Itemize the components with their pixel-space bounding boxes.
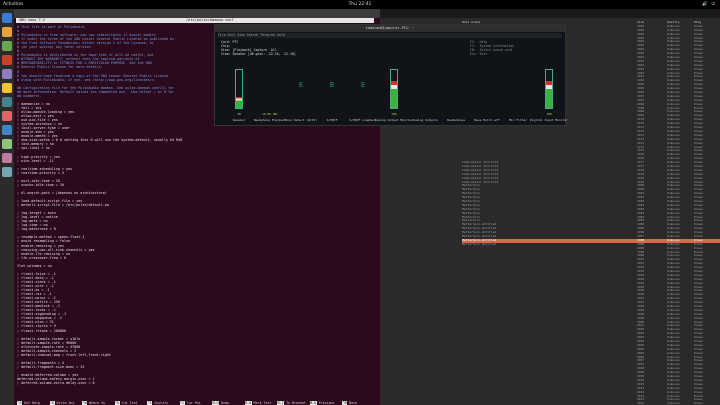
mixer-volume-fill — [236, 97, 242, 108]
nano-shortcut: ^G Get Help — [17, 401, 40, 405]
mixer-channel-name: Digital Input Monitor — [530, 118, 568, 122]
mixer-hint-line: Esc: Exit — [470, 52, 488, 56]
dock-app-icon[interactable] — [2, 69, 12, 79]
mixer-switch-indicator: E — [360, 81, 366, 89]
nano-shortcut: ^B Back — [342, 401, 357, 405]
shortcut-label: To Bracket — [284, 401, 306, 405]
shortcut-label: Undo — [219, 401, 230, 405]
mixer-switch-indicator: B — [329, 81, 335, 89]
alsamixer-titlebar[interactable]: radurao@Inquiror-PC1: ~ — [215, 25, 565, 32]
mixer-volume-bar[interactable] — [235, 69, 243, 109]
system-tray[interactable]: 🔊 ⏻ — [702, 0, 716, 9]
mixer-switch-indicator: E — [298, 81, 304, 89]
dock — [0, 9, 14, 405]
top-bar: Activities Thu 22:41 🔊 ⏻ — [0, 0, 720, 9]
dock-app-icon[interactable] — [2, 83, 12, 93]
clock[interactable]: Thu 22:41 — [340, 0, 380, 9]
shortcut-key: M-A — [244, 401, 252, 405]
dock-app-icon[interactable] — [2, 97, 12, 107]
nano-shortcut: ^O Write Out — [49, 401, 75, 405]
nano-shortcut: ^C Cur Pos — [179, 401, 201, 405]
nano-shortcut: M-] To Bracket — [277, 401, 306, 405]
shortcut-label: Mark Text — [251, 401, 272, 405]
shortcut-label: Write Out — [54, 401, 75, 405]
dock-app-icon[interactable] — [2, 153, 12, 163]
shortcut-label: Justify — [152, 401, 169, 405]
shortcut-label: Previous — [316, 401, 335, 405]
shortcut-label: Cur Pos — [184, 401, 201, 405]
nano-shortcut: M-Q Previous — [309, 401, 335, 405]
background-terminal-titlebar[interactable] — [380, 9, 720, 18]
mixer-hints: F1: Help F2: System information F6: Select… — [470, 40, 514, 56]
nano-shortcut: ^T Justify — [147, 401, 168, 405]
dock-app-icon[interactable] — [2, 139, 12, 149]
mixer-info-line: Item: Speaker [dB gain: -22.10, -22.10] — [221, 52, 296, 56]
nano-shortcut: ^K Cut Text — [114, 401, 138, 405]
dock-app-icon[interactable] — [2, 125, 12, 135]
mixer-channel-value: 100 — [546, 112, 552, 116]
dock-app-icon[interactable] — [2, 111, 12, 121]
alsamixer-window[interactable]: radurao@Inquiror-PC1: ~ File Edit View S… — [214, 24, 569, 126]
dock-app-icon[interactable] — [2, 41, 12, 51]
shortcut-label: Cut Text — [119, 401, 138, 405]
dock-app-icon[interactable] — [2, 27, 12, 37]
mixer-info: Card: PTC Chip: View: [Playback] Capture … — [221, 40, 296, 56]
shortcut-label: Get Help — [22, 401, 41, 405]
nano-shortcut: M-U Undo — [212, 401, 229, 405]
terminal-titlebar[interactable] — [14, 9, 380, 18]
nano-shortcut: M-A Mark Text — [244, 401, 272, 405]
dock-app-icon[interactable] — [2, 167, 12, 177]
mixer-volume-bar[interactable] — [545, 69, 553, 109]
mixer-volume-bar[interactable] — [390, 69, 398, 109]
activities-button[interactable]: Activities — [3, 0, 24, 9]
shortcut-label: Back — [347, 401, 358, 405]
nano-line: ; deferred-volume-extra-delay-usec = 0 — [17, 381, 95, 386]
nano-version: GNU nano 7.2 — [19, 18, 45, 22]
nano-shortcut-bar: ^G Get Help ^O Write Out ^W Where Is ^K Cut… — [17, 401, 377, 405]
mixer-channel[interactable]: 100 Digital Input Monitor — [529, 69, 569, 123]
dock-app-icon[interactable] — [2, 13, 12, 23]
dock-app-icon[interactable] — [2, 55, 12, 65]
nano-file-path: /etc/pulse/daemon.conf — [186, 18, 234, 22]
nano-shortcut: ^W Where Is — [82, 401, 105, 405]
shortcut-label: Where Is — [87, 401, 106, 405]
nano-header: GNU nano 7.2 /etc/pulse/daemon.conf — [16, 18, 374, 23]
mixer-volume-fill — [391, 80, 397, 108]
alsamixer-menu[interactable]: File Edit View Search Terminal Help — [218, 33, 562, 38]
mixer-volume-fill — [546, 80, 552, 108]
shortcut-key: M-Q — [309, 401, 317, 405]
